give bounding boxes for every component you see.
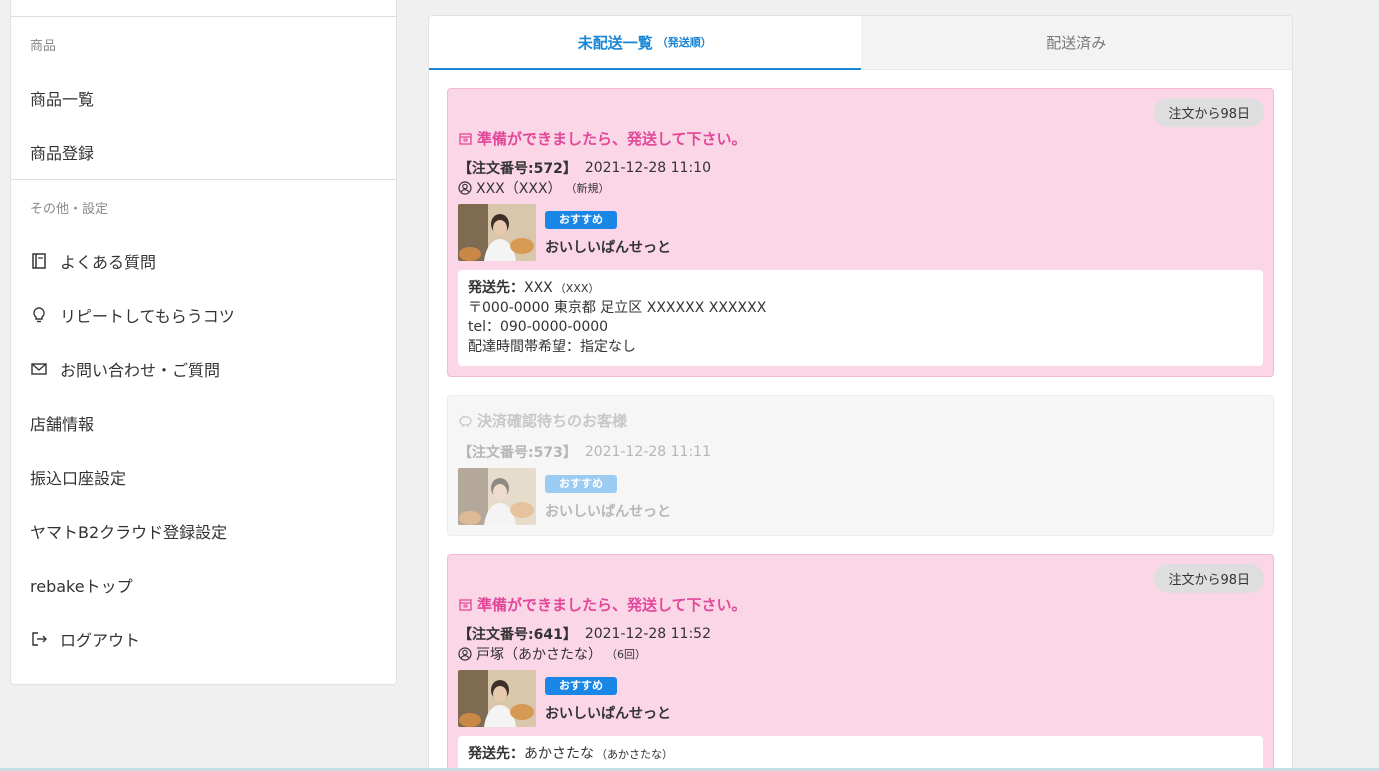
sidebar-item-label: お問い合わせ・ご質問: [60, 361, 221, 380]
tab-undelivered-sub: （発送順）: [656, 36, 712, 49]
sidebar-item-label: rebakeトップ: [30, 577, 133, 596]
sidebar-item-logout[interactable]: ログアウト: [11, 612, 396, 666]
order-status-text: 決済確認待ちのお客様: [477, 411, 628, 430]
order-line: 【注文番号:572】 2021-12-28 11:10: [458, 158, 1263, 178]
product-row: おすすめ おいしいぱんせっと: [458, 670, 1263, 727]
tab-undelivered-label: 未配送一覧: [577, 33, 653, 52]
shipping-label: 発送先：: [468, 280, 524, 296]
sidebar-item-contact[interactable]: お問い合わせ・ご質問: [11, 342, 396, 396]
user-icon: [458, 647, 472, 661]
customer-name: XXX（XXX）: [476, 181, 562, 197]
envelope-icon: [30, 360, 48, 378]
shipping-delivery-time: 配達時間帯希望：指定なし: [468, 338, 636, 355]
sidebar-item-label: 振込口座設定: [30, 469, 127, 488]
tab-delivered-label: 配送済み: [1046, 34, 1107, 52]
order-status: 決済確認待ちのお客様: [458, 410, 1263, 430]
sidebar: 商品 商品一覧 商品登録 その他・設定 よくある質問 リピートしてもらうコツ お…: [10, 0, 397, 685]
order-line: 【注文番号:641】 2021-12-28 11:52: [458, 624, 1263, 644]
shipping-recipient: 発送先：あかさたな （あかさたな）: [468, 745, 1253, 765]
product-info: おすすめ おいしいぱんせっと: [545, 670, 671, 727]
product-thumbnail: [458, 204, 536, 261]
shipping-kana: （あかさたな）: [596, 748, 673, 761]
product-row: おすすめ おいしいぱんせっと: [458, 468, 1263, 525]
sidebar-item-repeat-tips[interactable]: リピートしてもらうコツ: [11, 288, 396, 342]
product-thumbnail: [458, 468, 536, 525]
piggy-bank-icon: [458, 413, 473, 428]
order-number: 【注文番号:572】: [458, 161, 577, 177]
order-status: 準備ができましたら、発送して下さい。: [458, 594, 1263, 614]
shipping-name: あかさたな: [524, 746, 594, 762]
order-datetime: 2021-12-28 11:10: [584, 160, 711, 176]
customer-tag: （新規）: [565, 182, 610, 195]
customer-name: 戸塚（あかさたな）: [476, 647, 602, 663]
order-card[interactable]: 注文から98日 準備ができましたら、発送して下さい。 【注文番号:641】 20…: [447, 554, 1274, 771]
sidebar-item-label: よくある質問: [60, 253, 157, 272]
sidebar-item-label: ログアウト: [60, 631, 141, 650]
order-datetime: 2021-12-28 11:11: [584, 444, 711, 460]
customer-line: 戸塚（あかさたな） （6回）: [458, 644, 1263, 664]
logout-icon: [30, 630, 48, 648]
order-card[interactable]: 注文から98日 準備ができましたら、発送して下さい。 【注文番号:572】 20…: [447, 88, 1274, 377]
order-datetime: 2021-12-28 11:52: [584, 626, 711, 642]
sidebar-item-product-register[interactable]: 商品登録: [11, 125, 396, 179]
package-icon: [458, 597, 473, 612]
shipping-box: 発送先：XXX （XXX） 〒000-0000 東京都 足立区 XXXXXX XX…: [458, 270, 1263, 366]
sidebar-item-rebake-top[interactable]: rebakeトップ: [11, 558, 396, 612]
sidebar-item-bank-settings[interactable]: 振込口座設定: [11, 450, 396, 504]
tab-bar: 未配送一覧 （発送順） 配送済み: [429, 16, 1292, 70]
sidebar-item-label: リピートしてもらうコツ: [60, 307, 235, 326]
order-list: 注文から98日 準備ができましたら、発送して下さい。 【注文番号:572】 20…: [429, 70, 1292, 771]
order-number: 【注文番号:573】: [458, 445, 577, 461]
shipping-address: 〒000-0000 東京都 足立区 XXXXXX XXXXXX: [468, 299, 767, 316]
sidebar-item-faq[interactable]: よくある質問: [11, 234, 396, 288]
days-badge: 注文から98日: [1154, 564, 1264, 593]
sidebar-item-label: 商品一覧: [30, 90, 95, 109]
sidebar-heading-other: その他・設定: [30, 201, 109, 217]
customer-line: XXX（XXX） （新規）: [458, 178, 1263, 198]
shipping-kana: （XXX）: [554, 282, 600, 295]
shipping-box: 発送先：あかさたな （あかさたな）: [458, 736, 1263, 771]
customer-tag: （6回）: [606, 648, 646, 661]
order-line: 【注文番号:573】 2021-12-28 11:11: [458, 442, 1263, 462]
book-icon: [30, 252, 48, 270]
order-status-text: 準備ができましたら、発送して下さい。: [477, 129, 747, 148]
shipping-recipient: 発送先：XXX （XXX）: [468, 279, 1253, 299]
package-icon: [458, 131, 473, 146]
product-name: おいしいぱんせっと: [545, 504, 671, 520]
product-info: おすすめ おいしいぱんせっと: [545, 468, 671, 525]
recommend-badge: おすすめ: [545, 475, 617, 493]
product-thumbnail: [458, 670, 536, 727]
shipping-tel: tel：090-0000-0000: [468, 319, 609, 335]
recommend-badge: おすすめ: [545, 677, 617, 695]
product-info: おすすめ おいしいぱんせっと: [545, 204, 671, 261]
order-card[interactable]: 決済確認待ちのお客様 【注文番号:573】 2021-12-28 11:11 お…: [447, 395, 1274, 536]
order-number: 【注文番号:641】: [458, 627, 577, 643]
shipping-label: 発送先：: [468, 746, 524, 762]
order-status-text: 準備ができましたら、発送して下さい。: [477, 595, 747, 614]
sidebar-item-yamato-settings[interactable]: ヤマトB2クラウド登録設定: [11, 504, 396, 558]
product-name: おいしいぱんせっと: [545, 240, 671, 256]
tab-delivered[interactable]: 配送済み: [860, 16, 1292, 70]
product-name: おいしいぱんせっと: [545, 706, 671, 722]
sidebar-item-store-info[interactable]: 店舗情報: [11, 396, 396, 450]
sidebar-heading-products: 商品: [30, 38, 57, 54]
shipping-name: XXX: [524, 280, 553, 296]
sidebar-item-label: 店舗情報: [30, 415, 95, 434]
days-badge: 注文から98日: [1154, 98, 1264, 127]
tab-undelivered[interactable]: 未配送一覧 （発送順）: [429, 16, 861, 70]
orders-panel: 未配送一覧 （発送順） 配送済み 注文から98日 準備ができましたら、発送して下…: [428, 15, 1293, 771]
user-icon: [458, 181, 472, 195]
sidebar-top-spacer: [11, 0, 396, 16]
sidebar-item-product-list[interactable]: 商品一覧: [11, 71, 396, 125]
lightbulb-icon: [30, 306, 48, 324]
recommend-badge: おすすめ: [545, 211, 617, 229]
product-row: おすすめ おいしいぱんせっと: [458, 204, 1263, 261]
sidebar-item-label: 商品登録: [30, 144, 95, 163]
sidebar-item-label: ヤマトB2クラウド登録設定: [30, 523, 228, 542]
order-status: 準備ができましたら、発送して下さい。: [458, 128, 1263, 148]
